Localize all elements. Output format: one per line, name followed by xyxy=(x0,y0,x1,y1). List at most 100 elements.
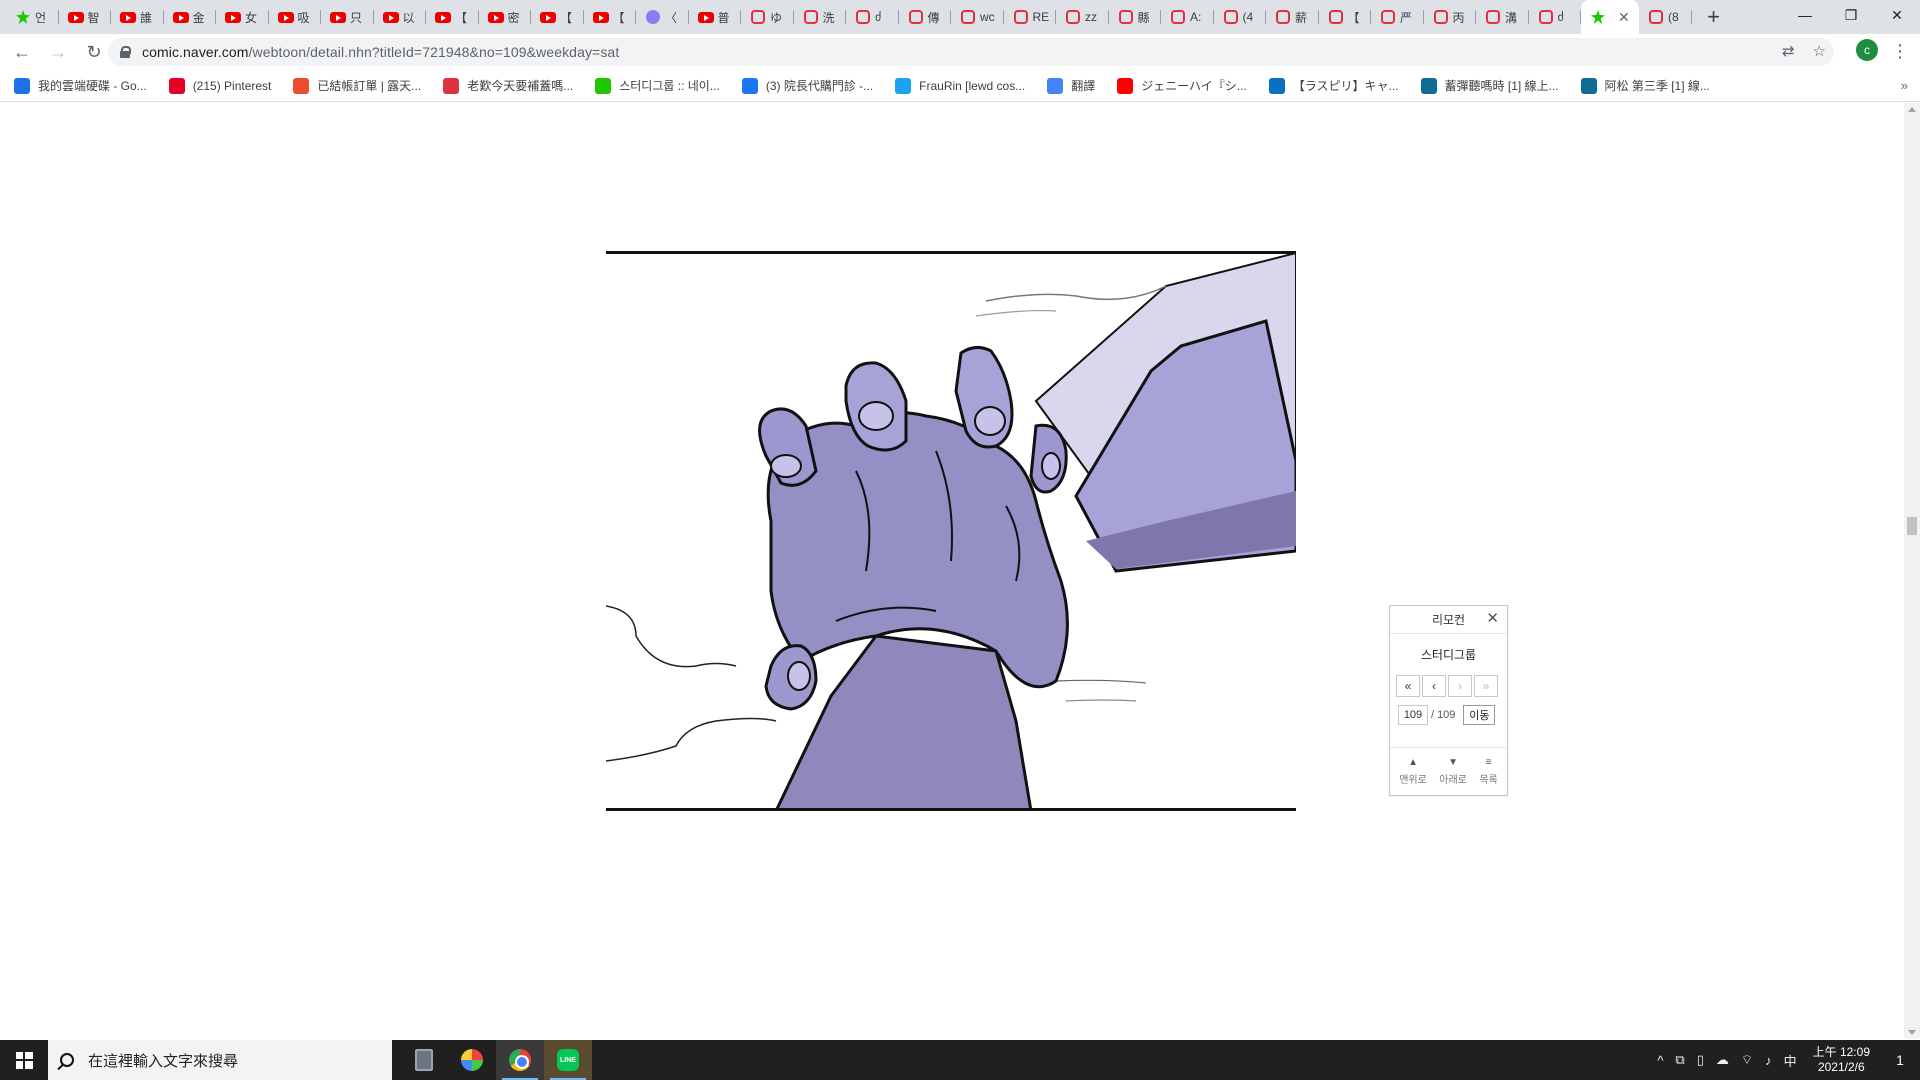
clock[interactable]: 上午 12:09 2021/2/6 xyxy=(1813,1045,1870,1075)
volume-icon[interactable]: ♪ xyxy=(1765,1053,1772,1068)
paint-app[interactable] xyxy=(448,1040,496,1080)
calculator-icon xyxy=(415,1049,433,1071)
browser-tab[interactable]: RE xyxy=(1004,0,1057,34)
search-placeholder: 在這裡輸入文字來搜尋 xyxy=(88,1052,239,1070)
forward-button[interactable]: → xyxy=(44,38,72,66)
notification-center-button[interactable]: 1 xyxy=(1880,1040,1920,1080)
bookmark-item[interactable]: 老歎今天要補蓋嗎... xyxy=(443,77,573,94)
profile-avatar[interactable]: c xyxy=(1856,39,1878,61)
close-window-button[interactable]: ✕ xyxy=(1874,0,1920,30)
calculator-app[interactable] xyxy=(400,1040,448,1080)
browser-tab[interactable]: 【 xyxy=(584,0,637,34)
browser-tab[interactable]: 【 xyxy=(1319,0,1372,34)
wifi-icon[interactable]: ⌔ xyxy=(1741,1052,1753,1068)
bookmark-item[interactable]: (215) Pinterest xyxy=(168,77,271,94)
browser-tab[interactable]: 【 xyxy=(426,0,479,34)
bookmark-star-icon[interactable]: ☆ xyxy=(1813,42,1826,60)
tab-label: 【 xyxy=(1347,10,1360,25)
caret-down-icon: ▼ xyxy=(1448,756,1459,768)
browser-tab[interactable]: 金 xyxy=(164,0,217,34)
browser-tab[interactable]: 洗 xyxy=(794,0,847,34)
scroll-top-label: 맨위로 xyxy=(1399,774,1427,786)
browser-tab[interactable]: 傳 xyxy=(899,0,952,34)
taskbar-search-box[interactable]: 在這裡輸入文字來搜尋 xyxy=(48,1040,392,1080)
usb-device-icon[interactable]: ▯ xyxy=(1697,1052,1704,1068)
browser-tab[interactable]: zz xyxy=(1056,0,1109,34)
bookmark-item[interactable]: 阿松 第三季 [1] 線... xyxy=(1580,77,1710,94)
start-button[interactable] xyxy=(0,1040,48,1080)
browser-tab[interactable]: 密 xyxy=(479,0,532,34)
browser-tab[interactable]: ✕ xyxy=(1581,0,1639,34)
browser-tab[interactable]: 縣 xyxy=(1109,0,1162,34)
scroll-up-arrow-icon[interactable] xyxy=(1908,107,1916,112)
bookmark-label: ジェニーハイ『シ... xyxy=(1141,79,1247,93)
browser-tab[interactable]: wc xyxy=(951,0,1004,34)
browser-tab[interactable]: 吸 xyxy=(269,0,322,34)
line-app[interactable]: LINE xyxy=(544,1040,592,1080)
onedrive-icon[interactable]: ☁ xyxy=(1716,1052,1729,1068)
episode-number-input[interactable]: 109 xyxy=(1398,705,1428,725)
scroll-down-button[interactable]: ▼ 아래로 xyxy=(1439,756,1467,786)
translate-icon[interactable]: ⇄ xyxy=(1782,42,1795,60)
tab-label: 普 xyxy=(717,10,730,25)
back-button[interactable]: ← xyxy=(8,38,36,66)
bookmark-item[interactable]: (3) 院長代購門診 -... xyxy=(741,77,873,94)
first-episode-button[interactable]: « xyxy=(1396,675,1420,697)
browser-tab[interactable]: ゆ xyxy=(741,0,794,34)
minimize-button[interactable]: — xyxy=(1782,0,1828,30)
bookmark-item[interactable]: 翻譯 xyxy=(1047,77,1095,94)
reload-button[interactable]: ↻ xyxy=(80,38,108,66)
bookmark-item[interactable]: 蓄彈聽嗎時 [1] 線上... xyxy=(1420,77,1559,94)
bookmark-item[interactable]: 已結帳訂單 | 露天... xyxy=(293,77,421,94)
tray-overflow-chevron-icon[interactable]: ^ xyxy=(1657,1053,1663,1068)
browser-tab[interactable]: (8 xyxy=(1639,0,1692,34)
page-scrollbar[interactable] xyxy=(1904,103,1920,1039)
browser-tab[interactable]: 【 xyxy=(531,0,584,34)
browser-tab[interactable]: 薪 xyxy=(1266,0,1319,34)
browser-tab[interactable]: 女 xyxy=(216,0,269,34)
bookmarks-more-button[interactable]: » xyxy=(1901,78,1908,93)
browser-tab[interactable]: 以 xyxy=(374,0,427,34)
browser-tab[interactable]: A: xyxy=(1161,0,1214,34)
url-text[interactable]: comic.naver.com/webtoon/detail.nhn?title… xyxy=(142,44,619,60)
browser-menu-icon[interactable]: ⋮ xyxy=(1890,40,1910,62)
youtube-icon xyxy=(172,9,189,25)
chrome-app[interactable] xyxy=(496,1040,544,1080)
close-icon[interactable]: ✕ xyxy=(1486,611,1499,627)
scroll-top-button[interactable]: ▲ 맨위로 xyxy=(1399,757,1427,786)
bookmark-item[interactable]: 【ラスピリ】キャ... xyxy=(1268,77,1399,94)
browser-tab[interactable]: (4 xyxy=(1214,0,1267,34)
next-episode-button[interactable]: › xyxy=(1448,675,1472,697)
browser-tab[interactable]: 誰 xyxy=(111,0,164,34)
browser-tab[interactable]: 丙 xyxy=(1424,0,1477,34)
browser-tab[interactable]: 언 xyxy=(6,0,59,34)
scroll-down-arrow-icon[interactable] xyxy=(1908,1030,1916,1035)
bookmark-item[interactable]: 스터디그룹 :: 네이... xyxy=(595,77,720,94)
scrollbar-thumb[interactable] xyxy=(1907,517,1917,535)
browser-tab[interactable]: 普 xyxy=(689,0,742,34)
browser-tab[interactable]: ძ xyxy=(846,0,899,34)
address-bar[interactable]: comic.naver.com/webtoon/detail.nhn?title… xyxy=(108,38,1834,66)
bookmark-item[interactable]: FrauRin [lewd cos... xyxy=(895,77,1025,94)
episode-list-button[interactable]: ≡ 목록 xyxy=(1479,757,1497,786)
browser-tab[interactable]: 只 xyxy=(321,0,374,34)
browser-tab[interactable]: ძ xyxy=(1529,0,1582,34)
new-tab-button[interactable]: + xyxy=(1700,3,1728,31)
twitter-icon xyxy=(895,77,912,94)
meet-now-icon[interactable]: ⧉ xyxy=(1675,1052,1684,1068)
browser-tab[interactable]: 严 xyxy=(1371,0,1424,34)
browser-tab[interactable]: 〈 xyxy=(636,0,689,34)
prev-episode-button[interactable]: ‹ xyxy=(1422,675,1446,697)
lock-icon[interactable] xyxy=(120,46,131,58)
browser-tab[interactable]: 智 xyxy=(59,0,112,34)
go-button[interactable]: 이동 xyxy=(1463,705,1496,725)
browser-tab[interactable]: 溝 xyxy=(1476,0,1529,34)
bookmark-item[interactable]: ジェニーハイ『シ... xyxy=(1117,77,1247,94)
close-tab-icon[interactable]: ✕ xyxy=(1618,9,1630,26)
series-title[interactable]: 스터디그룹 xyxy=(1390,634,1507,674)
restore-button[interactable]: ❐ xyxy=(1828,0,1874,30)
chrome-icon xyxy=(509,1049,531,1071)
bookmark-item[interactable]: 我的雲端硬碟 - Go... xyxy=(14,77,147,94)
ime-indicator[interactable]: 中 xyxy=(1784,1051,1797,1070)
last-episode-button[interactable]: » xyxy=(1474,675,1498,697)
